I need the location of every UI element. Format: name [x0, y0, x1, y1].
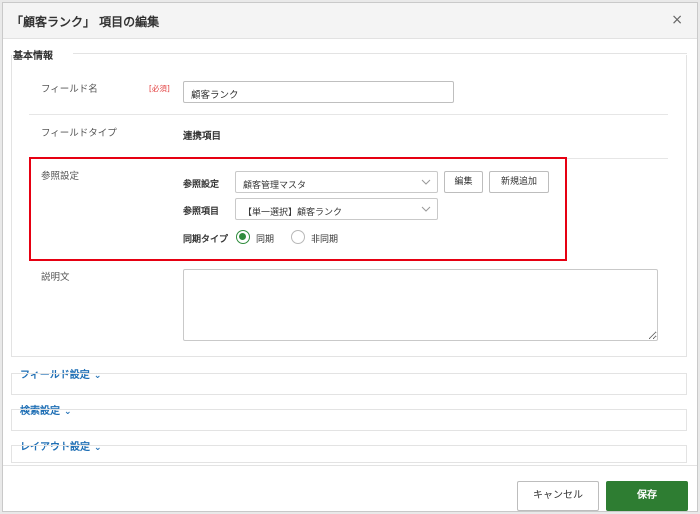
dialog-title: 「顧客ランク」 項目の編集: [11, 15, 160, 29]
sync-radio-label: 同期: [256, 235, 275, 245]
ref-setting-value: 顧客管理マスタ: [243, 181, 307, 191]
cancel-button[interactable]: キャンセル: [517, 481, 599, 511]
edit-field-dialog: 「顧客ランク」 項目の編集 × 基本情報 フィールド名 [必須] 顧客ランク フ…: [2, 2, 698, 512]
footer-divider: [3, 465, 697, 466]
ref-setting-select[interactable]: 顧客管理マスタ: [235, 171, 438, 193]
ref-edit-button[interactable]: 編集: [444, 171, 483, 193]
dialog-header: 「顧客ランク」 項目の編集 ×: [3, 3, 697, 39]
chevron-down-icon: [421, 179, 431, 185]
description-label: 説明文: [41, 272, 70, 283]
reference-settings-label: 参照設定: [41, 171, 80, 182]
field-settings-panel: [11, 373, 687, 395]
close-icon[interactable]: ×: [671, 12, 683, 28]
ref-item-select[interactable]: 【単一選択】顧客ランク: [235, 198, 438, 220]
description-textarea[interactable]: [183, 269, 658, 341]
field-name-input[interactable]: 顧客ランク: [183, 81, 454, 103]
save-button[interactable]: 保存: [606, 481, 688, 511]
sync-type-label: 同期タイプ: [183, 235, 229, 245]
chevron-down-icon: [421, 206, 431, 212]
layout-settings-panel: [11, 445, 687, 463]
field-name-label: フィールド名: [41, 84, 98, 95]
sync-radio[interactable]: [236, 230, 250, 244]
ref-setting-label: 参照設定: [183, 180, 220, 190]
async-radio[interactable]: [291, 230, 305, 244]
async-radio-label: 非同期: [311, 235, 339, 245]
ref-item-label: 参照項目: [183, 207, 220, 217]
field-type-label: フィールドタイプ: [41, 128, 117, 139]
ref-add-new-button[interactable]: 新規追加: [489, 171, 549, 193]
search-settings-panel: [11, 409, 687, 431]
required-badge: [必須]: [149, 84, 170, 93]
row-divider: [29, 114, 668, 115]
section-divider: [73, 53, 687, 54]
field-type-value: 連携項目: [183, 131, 222, 142]
ref-item-value: 【単一選択】顧客ランク: [243, 208, 343, 218]
field-name-value: 顧客ランク: [191, 90, 239, 101]
